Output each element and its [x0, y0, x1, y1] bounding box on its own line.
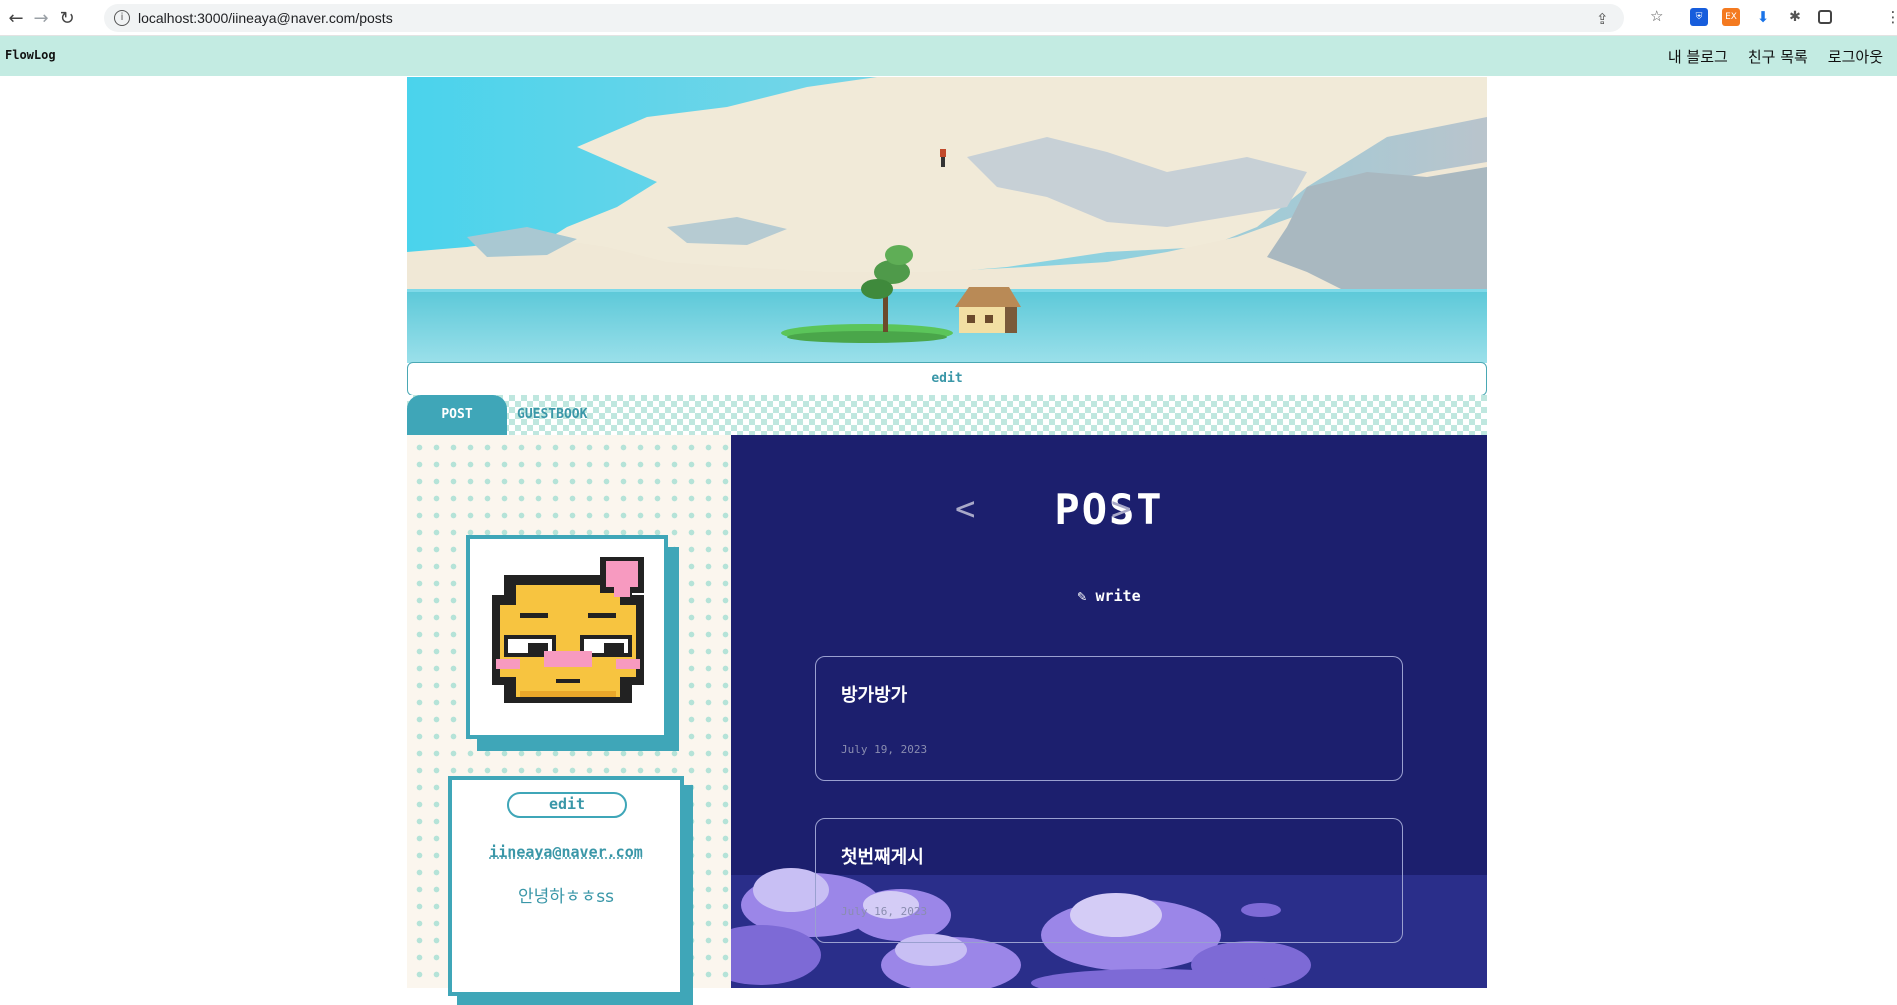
pixel-face-icon — [492, 557, 644, 703]
next-arrow-icon[interactable]: > — [1111, 489, 1131, 529]
post-card[interactable]: 방가방가 July 19, 2023 — [815, 656, 1403, 781]
tab-post[interactable]: POST — [407, 395, 507, 435]
post-title[interactable]: 첫번째게시 — [841, 843, 924, 869]
profile-bio: 안녕하ㅎㅎss — [518, 887, 614, 907]
browser-toolbar: ← → ↻ i localhost:3000/iineaya@naver.com… — [0, 0, 1897, 36]
nav-friends-list[interactable]: 친구 목록 — [1748, 46, 1808, 67]
nav-my-blog[interactable]: 내 블로그 — [1668, 46, 1728, 67]
profile-edit-button[interactable]: edit — [507, 792, 627, 818]
posts-heading: POST — [1054, 485, 1164, 534]
site-info-icon[interactable]: i — [114, 10, 130, 26]
url-text[interactable]: localhost:3000/iineaya@naver.com/posts — [138, 10, 393, 26]
write-post-button[interactable]: ✎ write — [731, 587, 1487, 605]
extension-icon[interactable]: EX — [1722, 8, 1740, 26]
blog-banner-image — [407, 77, 1487, 363]
post-title[interactable]: 방가방가 — [841, 681, 907, 707]
post-date: July 16, 2023 — [841, 905, 928, 918]
profile-email[interactable]: iineaya@naver.com — [452, 843, 680, 861]
app-navbar: FlowLog 내 블로그 친구 목록 로그아웃 — [0, 36, 1897, 76]
brand-logo[interactable]: FlowLog — [5, 48, 56, 62]
nav-logout[interactable]: 로그아웃 — [1828, 46, 1883, 67]
sidepanel-icon[interactable] — [1818, 10, 1832, 24]
bitwarden-icon[interactable]: ⛨ — [1690, 8, 1708, 26]
post-date: July 19, 2023 — [841, 743, 928, 756]
puzzle-icon[interactable]: ✱ — [1786, 8, 1804, 26]
forward-icon[interactable]: → — [29, 6, 53, 30]
address-bar[interactable]: i localhost:3000/iineaya@naver.com/posts… — [104, 4, 1624, 32]
more-icon[interactable]: ⋮ — [1884, 8, 1897, 26]
profile-sidebar: edit iineaya@naver.com 안녕하ㅎㅎss — [407, 435, 731, 1005]
profile-card: edit iineaya@naver.com 안녕하ㅎㅎss — [448, 776, 684, 996]
tab-guestbook[interactable]: GUESTBOOK — [517, 407, 587, 422]
blog-tabs: POST GUESTBOOK — [407, 395, 1487, 435]
posts-panel: < POST > ✎ write 방가방가 July 19, 2023 첫번째게… — [731, 435, 1487, 988]
nav-menu: 내 블로그 친구 목록 로그아웃 — [1668, 46, 1883, 67]
reload-icon[interactable]: ↻ — [55, 6, 79, 30]
banner-edit-button[interactable]: edit — [407, 362, 1487, 396]
download-icon[interactable]: ⬇ — [1754, 8, 1772, 26]
post-card[interactable]: 첫번째게시 July 16, 2023 — [815, 818, 1403, 943]
star-icon[interactable]: ☆ — [1650, 7, 1663, 25]
avatar — [466, 535, 668, 739]
back-icon[interactable]: ← — [4, 6, 28, 30]
share-icon[interactable]: ⇪ — [1596, 10, 1609, 28]
